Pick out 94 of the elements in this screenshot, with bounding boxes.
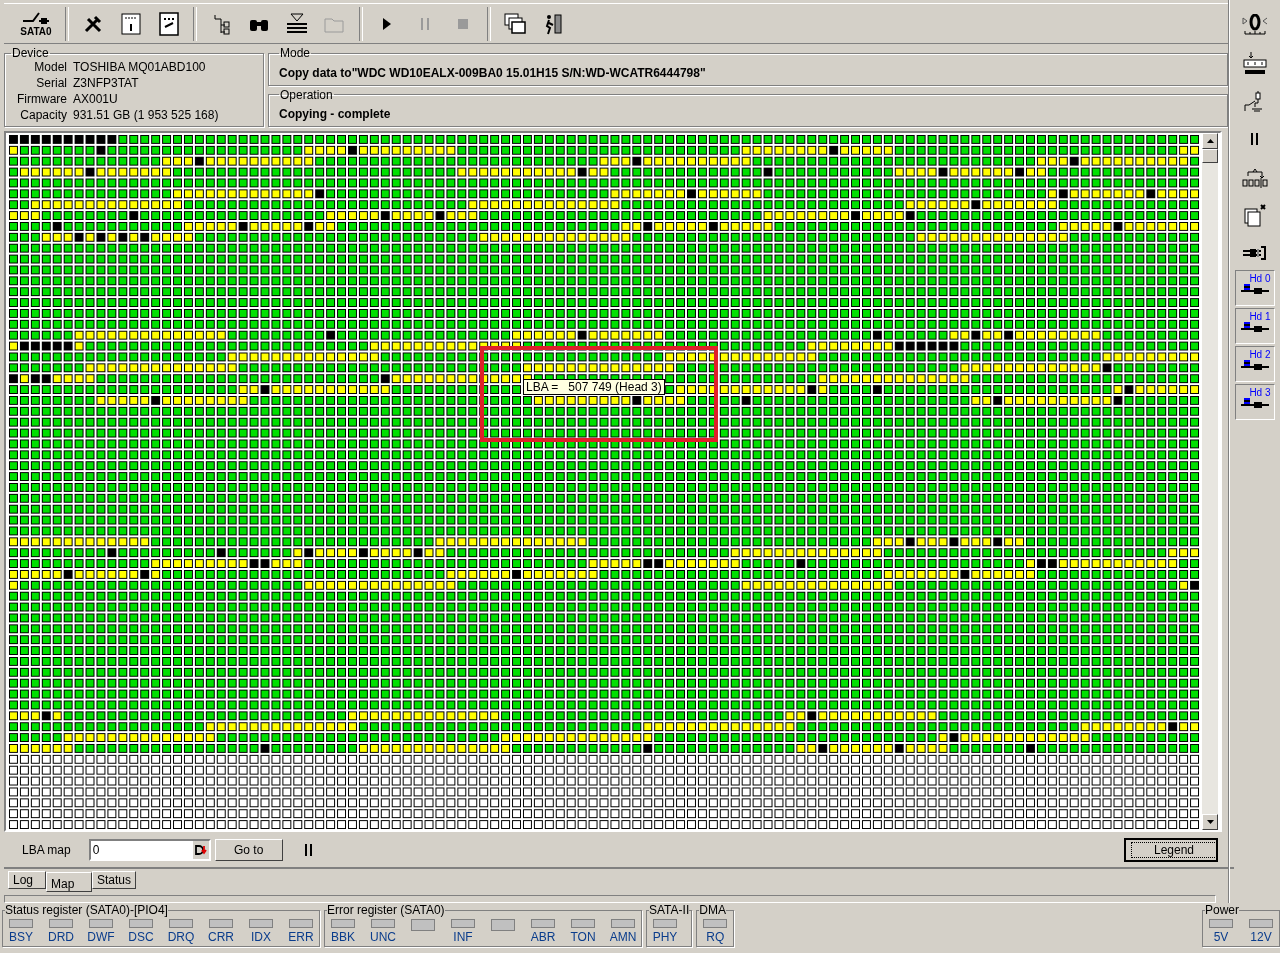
indicator-light [1209, 919, 1233, 928]
indicator-label: INF [453, 930, 473, 944]
head-icon [1240, 398, 1269, 408]
indicator-label: UNC [370, 930, 396, 944]
indicator-label: DWF [87, 930, 115, 944]
indicator-light [289, 919, 313, 928]
indicator-label: IDX [251, 930, 271, 944]
field-label: Capacity [19, 108, 67, 123]
pages-icon [1242, 203, 1267, 227]
indicator-light [703, 919, 728, 928]
reset-counter-icon [1242, 51, 1267, 75]
info-document-icon [120, 11, 142, 36]
lba-tooltip: LBA = 507 749 (Head 3) [523, 379, 665, 396]
pause-icon [1250, 133, 1259, 145]
indicator-label: 12V [1250, 930, 1272, 944]
indicator-label: TON [570, 930, 596, 944]
indicator-label: BBK [331, 930, 355, 944]
indicator-light [209, 919, 233, 928]
panel-title: Operation [279, 87, 334, 102]
indicator-label: DSC [128, 930, 154, 944]
indicator-label: 5V [1213, 930, 1229, 944]
scroll-thumb[interactable] [1202, 149, 1218, 164]
field-value: TOSHIBA MQ01ABD100 [73, 60, 207, 75]
group-title: DMA [699, 903, 726, 917]
group-title: Status register (SATA0)-[PIO4] [5, 903, 168, 917]
operation-text: Copying - complete [279, 106, 391, 121]
port-button[interactable]: SATA0 [14, 5, 58, 42]
exit-door-icon [543, 12, 563, 35]
indicator-label: ERR [288, 930, 314, 944]
field-label: Serial [35, 76, 67, 91]
field-value: Z3NFP3TAT [73, 76, 140, 91]
group-title: SATA-II [649, 903, 690, 917]
tools-icon [83, 13, 103, 34]
head-button[interactable]: Hd 1 [1234, 308, 1275, 344]
indicator-light [49, 919, 73, 928]
tab[interactable]: Map [46, 872, 92, 893]
lba-map-label: LBA map [22, 842, 71, 857]
head-icon [1240, 284, 1269, 294]
tab[interactable]: Status [92, 871, 137, 890]
d-arrow-icon [194, 844, 207, 855]
stop-icon [458, 18, 468, 29]
scrollbar[interactable] [1202, 133, 1218, 831]
indicator-label: PHY [652, 930, 678, 944]
indicator-label: AMN [609, 930, 637, 944]
panel-title: Device [11, 46, 50, 61]
head-button[interactable]: Hd 2 [1234, 346, 1275, 382]
indicator-light [169, 919, 193, 928]
windows-icon [504, 12, 526, 35]
field-value: AX001U [73, 92, 119, 107]
indicator-light [89, 919, 113, 928]
indicator-label: DRQ [167, 930, 195, 944]
zero-gauge-icon [1241, 14, 1268, 36]
scroll-up-icon [1206, 139, 1214, 144]
group-title: Error register (SATA0) [327, 903, 445, 917]
connector-icon [1241, 246, 1268, 260]
indicator-light [653, 919, 677, 928]
field-value: 931.51 GB (1 953 525 168) [73, 108, 220, 123]
mode-text: Copy data to"WDC WD10EALX-009BA0 15.01H15 S/N:WD-WCATR6444798" [279, 65, 706, 80]
counter-icon [1241, 166, 1268, 188]
indicator-light [249, 919, 273, 928]
tab[interactable]: Log [8, 871, 46, 890]
head-icon [1240, 322, 1269, 332]
panel-title: Mode [279, 46, 312, 61]
layers-funnel-icon [285, 11, 309, 36]
indicator-light [129, 919, 153, 928]
pause-icon [420, 17, 430, 30]
indicator-light [1249, 919, 1273, 928]
indicator-label: DRD [48, 930, 74, 944]
indicator-light [491, 919, 515, 931]
play-icon [382, 17, 392, 30]
indicator-light [371, 919, 395, 928]
head-icon [1240, 360, 1269, 370]
indicator-light [411, 919, 435, 931]
field-label: Firmware [16, 92, 67, 107]
indicator-light [571, 919, 595, 928]
plug-icon [21, 10, 51, 25]
indicator-light [9, 919, 33, 928]
indicator-label: BSY [9, 930, 33, 944]
scroll-down-icon [1206, 820, 1214, 825]
field-label: Model [33, 60, 67, 75]
head-button[interactable]: Hd 3 [1234, 384, 1275, 420]
go-to-button[interactable]: Go to [214, 838, 283, 861]
indicator-label: ABR [530, 930, 556, 944]
pause-icon[interactable] [304, 843, 313, 856]
legend-button[interactable]: Legend [1124, 837, 1218, 862]
indicator-light [531, 919, 555, 928]
group-title: Power [1205, 903, 1239, 917]
indicator-light [611, 919, 635, 928]
indicator-label: CRR [208, 930, 234, 944]
head-button[interactable]: Hd 0 [1234, 270, 1275, 306]
indicator-light [451, 919, 475, 928]
indicator-label: RQ [706, 930, 725, 944]
indicator-light [331, 919, 355, 928]
lba-combo-box[interactable]: 0 [88, 838, 211, 861]
